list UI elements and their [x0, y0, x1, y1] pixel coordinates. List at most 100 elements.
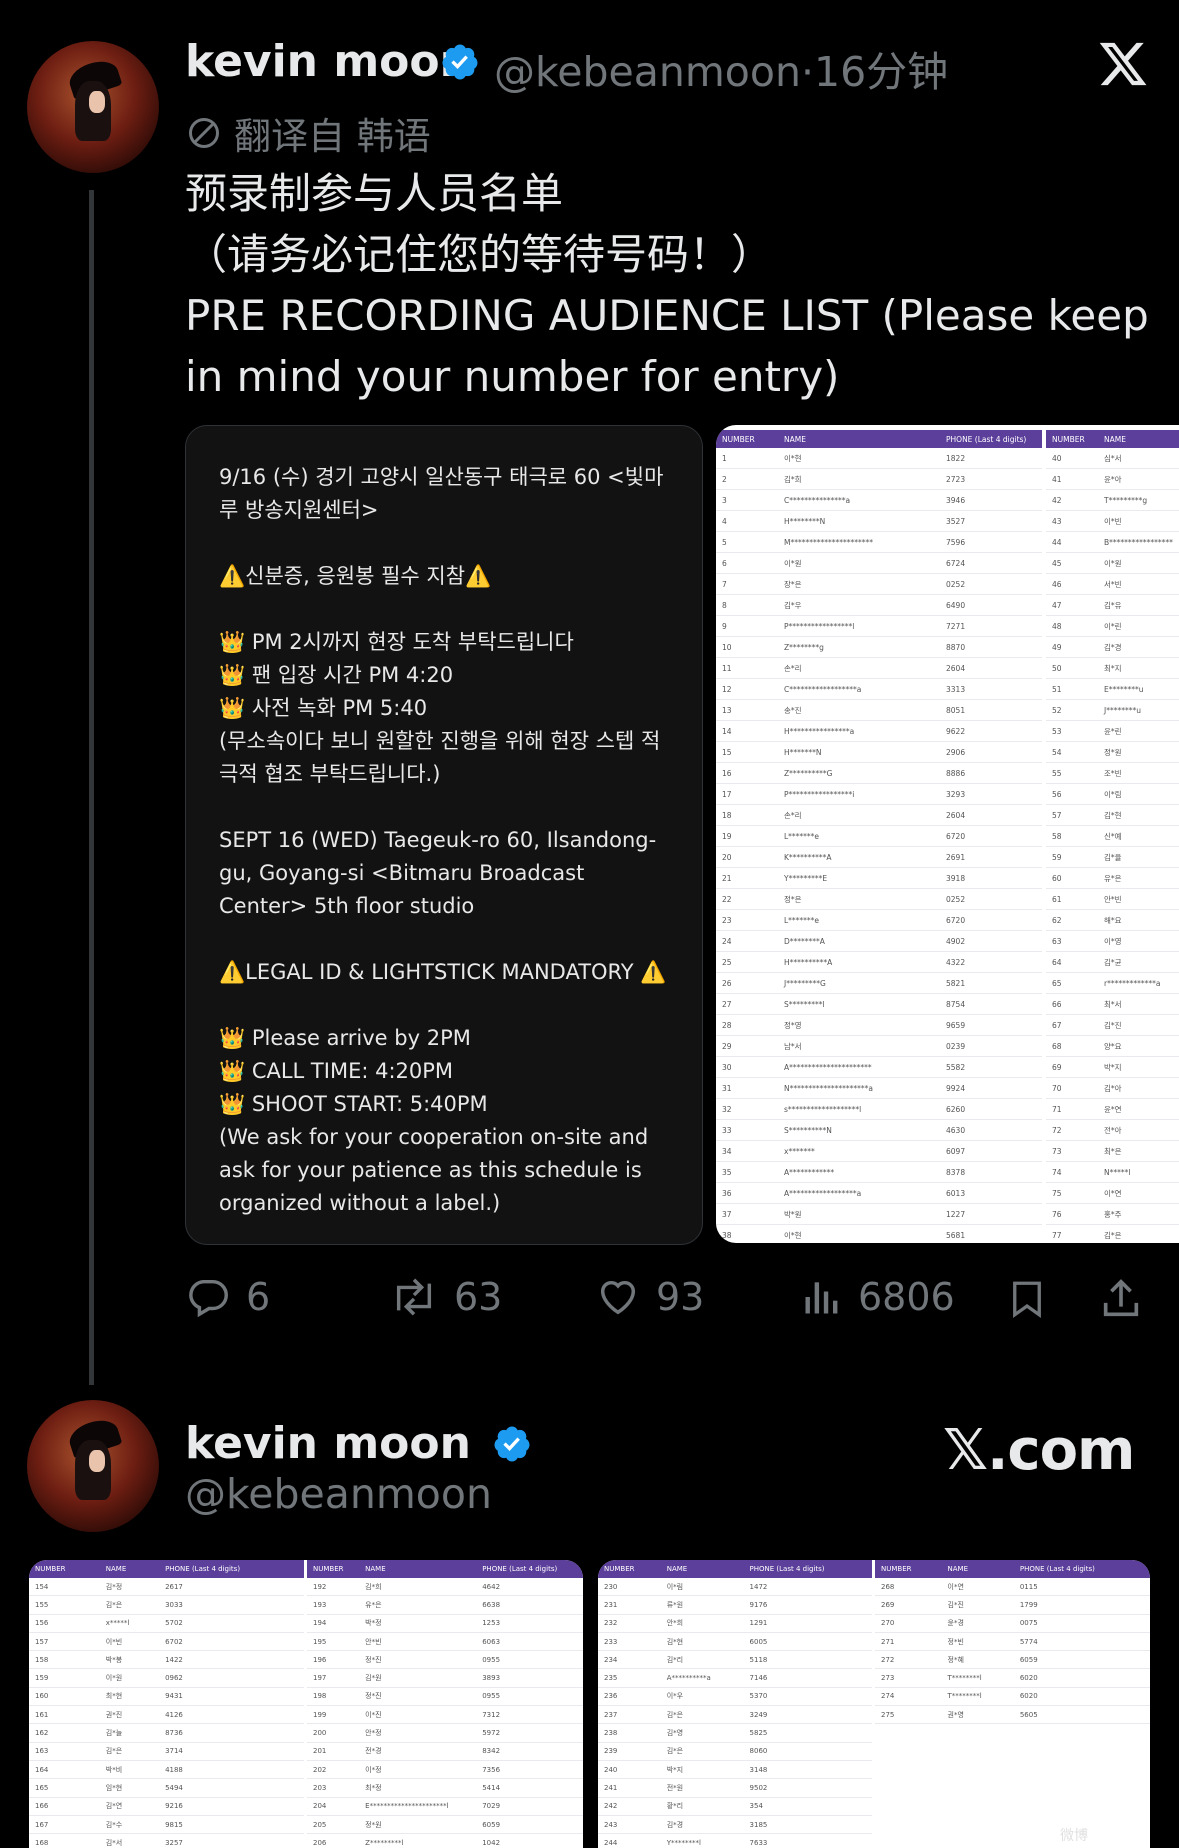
table-row: 201 전*경 8342 — [307, 1742, 583, 1761]
col-number-header: NUMBER — [598, 1560, 661, 1578]
col-name-header: NAME — [660, 1560, 744, 1578]
roster-image[interactable]: NUMBER NAME PHONE (Last 4 digits) 1 이*현 18… — [716, 425, 1179, 1243]
table-cell: 47 — [1046, 594, 1098, 616]
roster-image-2[interactable]: NUMBER NAME PHONE (Last 4 digits) 154 김*정 26… — [29, 1560, 583, 1848]
table-cell: 유*은 — [359, 1595, 477, 1615]
translated-from-label[interactable]: 翻译自 韩语 — [186, 106, 431, 160]
table-cell: 7312 — [476, 1705, 583, 1725]
table-row: 274 T********l 6020 — [875, 1687, 1150, 1707]
col-number-header: NUMBER — [29, 1560, 100, 1578]
table-row: 35 A************ 8378 — [716, 1161, 1042, 1183]
card-author-handle[interactable]: @kebeanmoon — [185, 1470, 492, 1518]
table-cell: 3313 — [940, 678, 1042, 700]
table-cell: 53 — [1046, 720, 1098, 742]
table-cell: E********u — [1098, 678, 1179, 700]
table-row: 24 D********A 4902 — [716, 930, 1042, 952]
table-row: 240 박*지 3148 — [598, 1760, 872, 1780]
table-cell: H****************a — [778, 720, 940, 742]
col-name-header: NAME — [1098, 430, 1179, 448]
roster-image-3[interactable]: NUMBER NAME PHONE (Last 4 digits) 230 이*림 14… — [598, 1560, 1150, 1848]
verified-badge-icon — [442, 44, 478, 80]
table-row: 4 H********N 3527 — [716, 510, 1042, 532]
table-cell: 14 — [716, 720, 778, 742]
table-cell: 7029 — [476, 1797, 583, 1816]
table-cell: 4126 — [159, 1705, 304, 1725]
notice-image[interactable]: 9/16 (수) 경기 고양시 일산동구 태극로 60 <빛마루 방송지원센터>… — [185, 425, 703, 1245]
notice-line: 👑 SHOOT START: 5:40PM — [219, 1092, 488, 1116]
table-cell: 240 — [598, 1760, 661, 1780]
table-cell: 0962 — [159, 1668, 304, 1688]
table-cell: 7356 — [476, 1760, 583, 1780]
col-number-header: NUMBER — [716, 430, 778, 448]
table-cell: 199 — [307, 1705, 360, 1725]
table-cell: 4902 — [940, 930, 1042, 952]
table-cell: 27 — [716, 993, 778, 1015]
table-cell: 1822 — [940, 448, 1042, 469]
table-row: 160 최*현 9431 — [29, 1687, 304, 1707]
table-cell: 42 — [1046, 489, 1098, 511]
table-cell: 6013 — [940, 1182, 1042, 1204]
table-cell: 8754 — [940, 993, 1042, 1015]
table-cell: 1 — [716, 448, 778, 469]
table-row: 33 S**********N 4630 — [716, 1119, 1042, 1141]
card-avatar[interactable] — [27, 1400, 159, 1532]
table-cell: 김*진 — [1098, 1014, 1179, 1036]
table-cell: 77 — [1046, 1224, 1098, 1243]
table-cell: E**********************l — [359, 1797, 477, 1816]
table-cell: 6638 — [476, 1595, 583, 1615]
table-cell: 203 — [307, 1778, 360, 1798]
x-logo-icon[interactable] — [1097, 38, 1149, 90]
table-cell: 이*현 — [778, 1224, 940, 1243]
table-row: 241 전*원 9502 — [598, 1778, 872, 1798]
table-cell: 8051 — [940, 699, 1042, 721]
table-row: 73 최*은 — [1046, 1140, 1179, 1162]
table-row: 77 김*은 — [1046, 1224, 1179, 1243]
table-cell: 6720 — [940, 825, 1042, 847]
card-author-name[interactable]: kevin moon — [185, 1418, 532, 1469]
reply-button[interactable]: 6 — [186, 1274, 270, 1320]
table-cell: 273 — [875, 1668, 942, 1688]
table-cell: 8736 — [159, 1723, 304, 1743]
table-cell: 160 — [29, 1687, 100, 1707]
table-cell: 전*아 — [1098, 1119, 1179, 1141]
author-handle[interactable]: @kebeanmoon·16分钟 — [494, 38, 948, 98]
table-row: 272 정*혜 6059 — [875, 1650, 1150, 1670]
table-cell: 230 — [598, 1578, 661, 1597]
table-cell: 이*빈 — [1098, 510, 1179, 532]
author-name[interactable]: kevin moon — [185, 36, 471, 87]
timestamp[interactable]: ·16分钟 — [801, 48, 948, 96]
table-cell: 237 — [598, 1705, 661, 1725]
table-cell: 45 — [1046, 552, 1098, 574]
retweet-icon — [396, 1278, 432, 1316]
table-row: 273 T********l 6020 — [875, 1668, 1150, 1688]
views-button[interactable]: 6806 — [800, 1274, 955, 1320]
table-row: 10 Z********g 8870 — [716, 636, 1042, 658]
like-button[interactable]: 93 — [594, 1274, 704, 1320]
table-cell: 7271 — [940, 615, 1042, 637]
x-com-logo[interactable]: 𝕏.com — [943, 1418, 1135, 1483]
table-row: 235 A**********a 7146 — [598, 1668, 872, 1688]
table-cell: 이*연 — [1098, 1182, 1179, 1204]
retweet-button[interactable]: 63 — [388, 1274, 502, 1320]
table-cell: 8060 — [743, 1742, 872, 1761]
table-cell: r*************a — [1098, 972, 1179, 994]
table-cell: 이*원 — [99, 1668, 160, 1688]
table-cell: 김*은 — [1098, 1224, 1179, 1243]
table-cell: 2 — [716, 468, 778, 490]
table-row: 195 안*빈 6063 — [307, 1632, 583, 1652]
table-cell: Z**********G — [778, 762, 940, 784]
table-cell: 2617 — [159, 1578, 304, 1597]
author-avatar[interactable] — [27, 41, 159, 173]
notice-line: 👑 Please arrive by 2PM — [219, 1026, 471, 1050]
table-cell: 김*현 — [1098, 804, 1179, 826]
table-cell: 김*은 — [99, 1742, 160, 1761]
table-cell: 박*봉 — [99, 1650, 160, 1670]
table-row: 70 김*아 — [1046, 1077, 1179, 1099]
tweet-line: PRE RECORDING AUDIENCE LIST (Please keep — [185, 291, 1149, 340]
notice-line: SEPT 16 (WED) Taegeuk-ro 60, Ilsandong-g… — [219, 828, 657, 918]
table-cell: 1291 — [743, 1614, 872, 1633]
share-button[interactable] — [1098, 1276, 1144, 1322]
bookmark-button[interactable] — [1006, 1276, 1048, 1322]
table-cell: 3257 — [159, 1833, 304, 1848]
table-cell: 김*율 — [1098, 846, 1179, 868]
